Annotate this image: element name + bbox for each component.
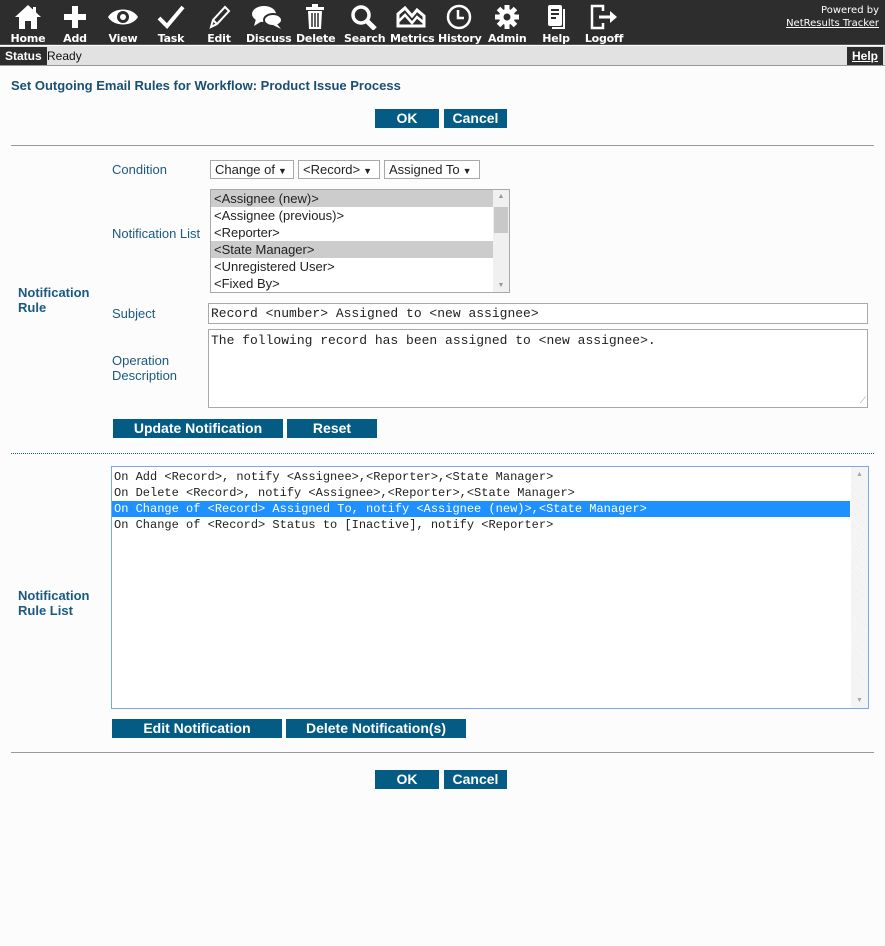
eye-icon xyxy=(104,4,142,32)
logout-icon xyxy=(584,4,624,32)
powered-by: Powered by NetResults Tracker xyxy=(786,4,879,30)
scroll-up-icon[interactable]: ▲ xyxy=(851,471,868,478)
notification-list-option[interactable]: <State Manager> xyxy=(211,241,493,258)
main-toolbar: Home Add View Task Edit Discuss Delete S… xyxy=(0,0,885,45)
condition-field-select[interactable]: Assigned To ▼ xyxy=(384,160,480,179)
powered-by-text: Powered by xyxy=(821,5,879,16)
chevron-down-icon: ▼ xyxy=(462,166,472,176)
edit-notification-button[interactable]: Edit Notification xyxy=(112,719,282,738)
chart-icon xyxy=(390,4,432,32)
trash-icon xyxy=(296,4,334,32)
divider-dotted xyxy=(11,453,874,454)
toolbar-metrics-button[interactable]: Metrics xyxy=(390,2,435,45)
toolbar-logoff-button[interactable]: Logoff xyxy=(584,2,624,45)
toolbar-add-button[interactable]: Add xyxy=(58,2,92,45)
document-icon xyxy=(538,4,574,32)
toolbar-home-button[interactable]: Home xyxy=(9,2,47,45)
status-label: Status xyxy=(0,47,47,65)
toolbar-help-button[interactable]: Help xyxy=(538,2,574,45)
notification-list-option[interactable]: <Assignee (previous)> xyxy=(211,207,493,224)
reset-button[interactable]: Reset xyxy=(287,419,377,438)
ok-button-bottom[interactable]: OK xyxy=(375,770,439,789)
condition-record-select[interactable]: <Record> ▼ xyxy=(298,160,380,179)
notification-list-option[interactable]: <Fixed By> xyxy=(211,275,493,292)
notification-rule-list[interactable]: On Add <Record>, notify <Assignee>,<Repo… xyxy=(111,466,869,709)
notification-list-option[interactable]: <Reporter> xyxy=(211,224,493,241)
gear-icon xyxy=(488,4,526,32)
status-bar: Status Ready Help xyxy=(0,46,885,66)
notification-list-option[interactable]: <Unregistered User> xyxy=(211,258,493,275)
home-icon xyxy=(9,4,47,32)
notification-list[interactable]: <Assignee (new)> <Assignee (previous)> <… xyxy=(210,189,510,293)
toolbar-history-button[interactable]: History xyxy=(438,2,482,45)
condition-event-value: Change of xyxy=(215,162,275,177)
rule-list-item[interactable]: On Change of <Record> Status to [Inactiv… xyxy=(112,517,850,533)
subject-input[interactable] xyxy=(208,303,868,324)
ok-button-top[interactable]: OK xyxy=(375,109,439,128)
toolbar-view-button[interactable]: View xyxy=(104,2,142,45)
brand-link[interactable]: NetResults Tracker xyxy=(786,18,879,29)
rule-list-item[interactable]: On Change of <Record> Assigned To, notif… xyxy=(112,501,850,517)
notification-rule-list-section-label: Notification Rule List xyxy=(18,588,90,618)
divider-top xyxy=(11,145,874,146)
toolbar-search-button[interactable]: Search xyxy=(344,2,386,45)
operation-description-text: The following record has been assigned t… xyxy=(211,333,656,348)
rule-list-item[interactable]: On Delete <Record>, notify <Assignee>,<R… xyxy=(112,485,850,501)
notification-rule-section-label: Notification Rule xyxy=(18,285,90,315)
chat-bubbles-icon xyxy=(246,4,288,32)
plus-icon xyxy=(58,4,92,32)
scroll-down-icon[interactable]: ▼ xyxy=(851,697,868,704)
cancel-button-bottom[interactable]: Cancel xyxy=(444,770,507,789)
condition-label: Condition xyxy=(112,162,167,177)
chevron-down-icon: ▼ xyxy=(363,166,373,176)
toolbar-admin-button[interactable]: Admin xyxy=(488,2,527,45)
notification-list-option[interactable]: <Assignee (new)> xyxy=(211,190,493,207)
checkmark-icon xyxy=(154,4,188,32)
operation-description-label: Operation Description xyxy=(112,353,178,383)
scroll-down-icon[interactable]: ▼ xyxy=(493,282,509,289)
status-text: Ready xyxy=(47,49,82,63)
notification-list-label: Notification List xyxy=(112,226,201,241)
toolbar-edit-button[interactable]: Edit xyxy=(202,2,236,45)
scrollbar-thumb[interactable] xyxy=(494,207,508,233)
notification-list-scrollbar[interactable]: ▲ ▼ xyxy=(493,190,509,292)
toolbar-discuss-button[interactable]: Discuss xyxy=(246,2,292,45)
cancel-button-top[interactable]: Cancel xyxy=(444,109,507,128)
magnifier-icon xyxy=(344,4,384,32)
chevron-down-icon: ▼ xyxy=(278,166,287,176)
pencil-icon xyxy=(202,4,236,32)
update-notification-button[interactable]: Update Notification xyxy=(113,419,283,438)
toolbar-delete-button[interactable]: Delete xyxy=(296,2,336,45)
toolbar-task-button[interactable]: Task xyxy=(154,2,188,45)
operation-description-textarea[interactable]: The following record has been assigned t… xyxy=(208,329,868,408)
rule-list-scrollbar[interactable]: ▲ ▼ xyxy=(851,467,868,708)
condition-record-value: <Record> xyxy=(303,162,361,177)
condition-field-value: Assigned To xyxy=(389,162,460,177)
delete-notifications-button[interactable]: Delete Notification(s) xyxy=(286,719,466,738)
divider-bottom xyxy=(11,752,874,753)
subject-label: Subject xyxy=(112,306,156,321)
scroll-up-icon[interactable]: ▲ xyxy=(493,193,509,200)
clock-icon xyxy=(438,4,480,32)
rule-list-item[interactable]: On Add <Record>, notify <Assignee>,<Repo… xyxy=(112,469,850,485)
resize-grip-icon[interactable]: ⟋ xyxy=(860,396,866,406)
help-link[interactable]: Help xyxy=(846,47,883,65)
condition-event-select[interactable]: Change of ▼ xyxy=(210,160,294,179)
page-title: Set Outgoing Email Rules for Workflow: P… xyxy=(11,78,401,93)
